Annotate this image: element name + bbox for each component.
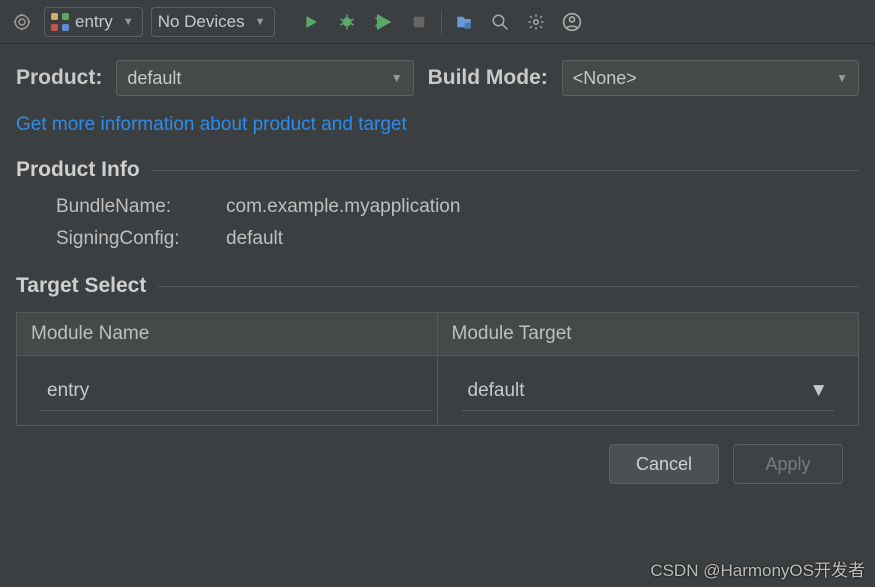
target-select-title-text: Target Select: [16, 274, 146, 298]
col-module-target: Module Target: [438, 313, 859, 355]
chevron-down-icon: ▼: [123, 16, 134, 28]
target-select-title: Target Select: [16, 274, 859, 298]
run-config-selector[interactable]: entry ▼: [44, 7, 143, 37]
bundle-name-value: com.example.myapplication: [226, 196, 460, 218]
module-name-value: entry: [41, 374, 433, 411]
dialog-footer: Cancel Apply: [16, 444, 859, 484]
table-header: Module Name Module Target: [17, 313, 858, 356]
run-config-label: entry: [75, 12, 113, 32]
build-mode-value: <None>: [573, 68, 637, 89]
apply-button: Apply: [733, 444, 843, 484]
table-row: entry default ▼: [17, 356, 858, 425]
product-info-title: Product Info: [16, 158, 859, 182]
chevron-down-icon: ▼: [255, 16, 266, 28]
bundle-name-row: BundleName: com.example.myapplication: [56, 196, 859, 218]
product-select[interactable]: default ▼: [116, 60, 413, 96]
device-selector[interactable]: No Devices ▼: [151, 7, 275, 37]
build-mode-label: Build Mode:: [428, 66, 548, 90]
top-toolbar: entry ▼ No Devices ▼: [0, 0, 875, 44]
watermark-text: CSDN @HarmonyOS开发者: [650, 556, 865, 581]
product-info-title-text: Product Info: [16, 158, 140, 182]
account-icon[interactable]: [558, 8, 586, 36]
module-icon: [51, 13, 69, 31]
signing-config-label: SigningConfig:: [56, 228, 226, 250]
bundle-name-label: BundleName:: [56, 196, 226, 218]
locate-icon[interactable]: [8, 8, 36, 36]
product-value: default: [127, 68, 181, 89]
target-table: Module Name Module Target entry default …: [16, 312, 859, 426]
main-panel: Product: default ▼ Build Mode: <None> ▼ …: [0, 44, 875, 484]
chevron-down-icon: ▼: [809, 380, 828, 402]
chevron-down-icon: ▼: [391, 71, 403, 85]
debug-icon[interactable]: [333, 8, 361, 36]
product-buildmode-row: Product: default ▼ Build Mode: <None> ▼: [16, 60, 859, 96]
signing-config-value: default: [226, 228, 283, 250]
profile-icon[interactable]: [369, 8, 397, 36]
module-target-value: default: [468, 380, 525, 402]
chevron-down-icon: ▼: [836, 71, 848, 85]
signing-config-row: SigningConfig: default: [56, 228, 859, 250]
cell-module-name: entry: [17, 356, 438, 425]
cell-module-target[interactable]: default ▼: [438, 356, 859, 425]
build-mode-select[interactable]: <None> ▼: [562, 60, 859, 96]
project-structure-icon[interactable]: [450, 8, 478, 36]
stop-icon: [405, 8, 433, 36]
product-info-grid: BundleName: com.example.myapplication Si…: [16, 196, 859, 250]
search-icon[interactable]: [486, 8, 514, 36]
settings-icon[interactable]: [522, 8, 550, 36]
cancel-button[interactable]: Cancel: [609, 444, 719, 484]
module-target-select[interactable]: default ▼: [462, 374, 835, 411]
separator-line: [158, 286, 859, 287]
separator-line: [152, 170, 859, 171]
info-link[interactable]: Get more information about product and t…: [16, 114, 859, 136]
col-module-name: Module Name: [17, 313, 438, 355]
device-label: No Devices: [158, 12, 245, 32]
separator: [441, 10, 442, 34]
product-label: Product:: [16, 66, 102, 90]
run-icon[interactable]: [297, 8, 325, 36]
